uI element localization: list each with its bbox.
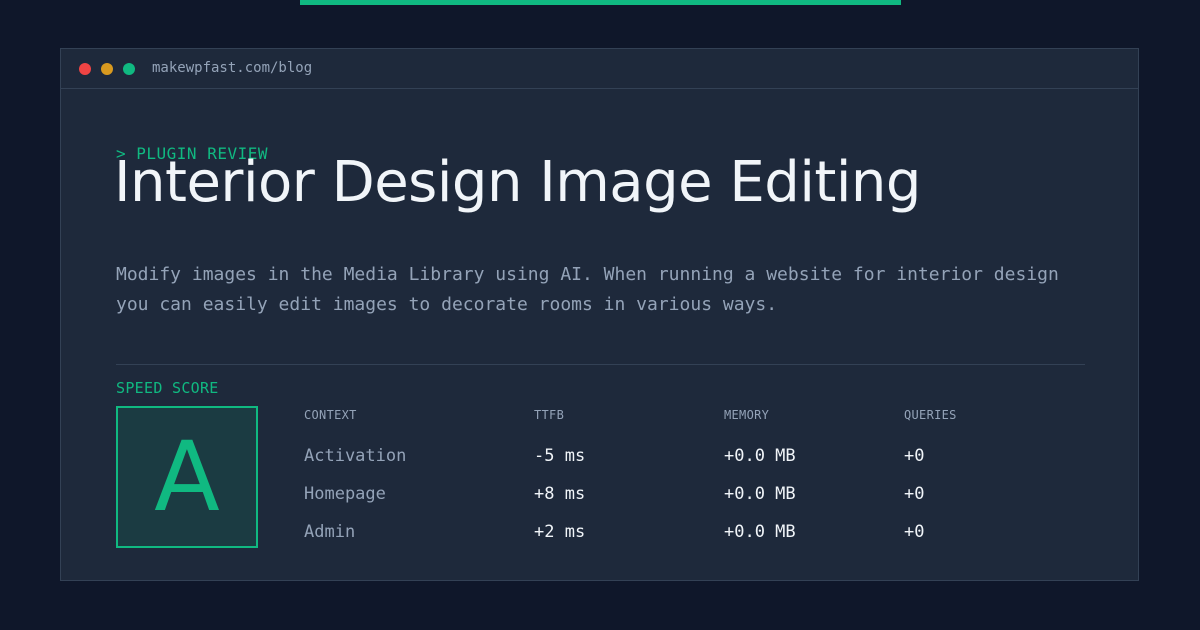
column-header-context: CONTEXT: [304, 408, 357, 422]
row-context: Homepage: [304, 484, 386, 504]
url-text: makewpfast.com/blog: [152, 60, 313, 76]
article-title: Interior Design Image Editing: [114, 150, 921, 215]
speed-score-label: SPEED SCORE: [116, 379, 219, 397]
row-memory: +0.0 MB: [724, 446, 796, 466]
speed-grade: A: [154, 421, 220, 533]
speed-grade-box: A: [116, 406, 258, 548]
column-header-queries: QUERIES: [904, 408, 957, 422]
top-accent-bar: [300, 0, 901, 5]
row-context: Admin: [304, 522, 356, 542]
browser-window: makewpfast.com/blog > PLUGIN REVIEW Inte…: [60, 48, 1139, 581]
minimize-dot-icon: [101, 63, 113, 75]
section-divider: [116, 364, 1085, 365]
maximize-dot-icon: [123, 63, 135, 75]
row-ttfb: -5 ms: [534, 446, 586, 466]
window-titlebar: makewpfast.com/blog: [61, 49, 1138, 89]
close-dot-icon: [79, 63, 91, 75]
column-header-ttfb: TTFB: [534, 408, 565, 422]
row-context: Activation: [304, 446, 407, 466]
row-queries: +0: [904, 522, 925, 542]
article-description: Modify images in the Media Library using…: [116, 264, 1059, 315]
row-queries: +0: [904, 446, 925, 466]
row-memory: +0.0 MB: [724, 484, 796, 504]
row-memory: +0.0 MB: [724, 522, 796, 542]
row-ttfb: +2 ms: [534, 522, 586, 542]
column-header-memory: MEMORY: [724, 408, 770, 422]
row-queries: +0: [904, 484, 925, 504]
row-ttfb: +8 ms: [534, 484, 586, 504]
